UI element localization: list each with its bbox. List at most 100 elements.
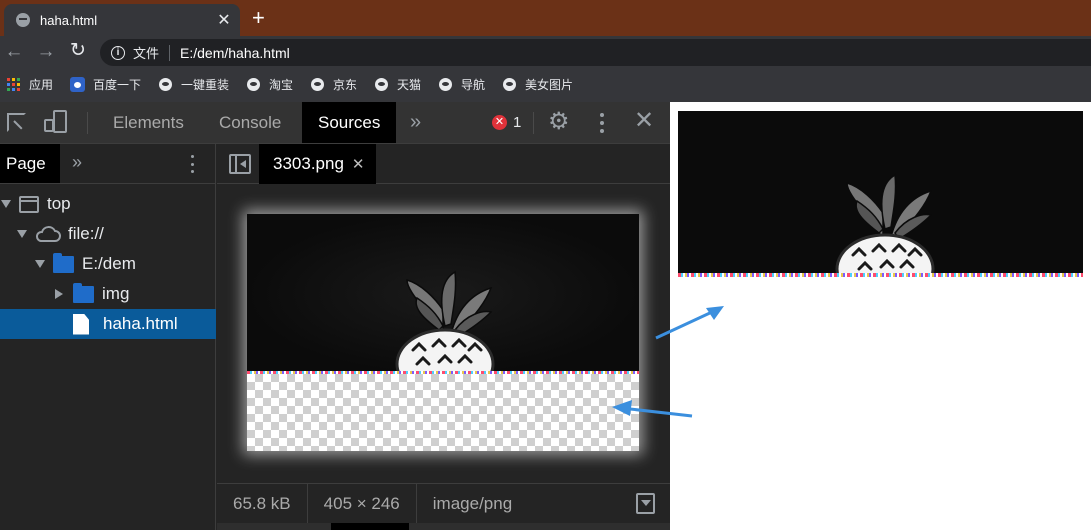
sources-editor: 3303.png ✕ 65.8 kB 405 × 246 image/png [217, 144, 670, 530]
globe-icon [439, 78, 452, 91]
tree-item-folder-dem[interactable]: E:/dem [0, 249, 216, 279]
globe-icon [311, 78, 324, 91]
cloud-icon [35, 226, 61, 242]
navigator-header: Page » [0, 144, 216, 184]
device-toolbar-icon[interactable] [44, 110, 68, 134]
address-bar[interactable]: i 文件 E:/dem/haha.html [100, 39, 1091, 66]
rendered-image [678, 111, 1083, 277]
bookmark-daohang[interactable]: 导航 [439, 76, 485, 93]
bookmark-label: 天猫 [397, 78, 422, 92]
bookmark-label: 百度一下 [93, 78, 142, 92]
folder-icon [53, 252, 74, 273]
globe-icon [247, 78, 260, 91]
tree-item-top[interactable]: top [0, 189, 216, 219]
expand-arrow-icon[interactable] [35, 260, 45, 268]
image-size: 65.8 kB [217, 483, 308, 524]
bookmark-label: 导航 [461, 78, 486, 92]
tab-console[interactable]: Console [203, 102, 297, 143]
address-divider [169, 44, 171, 61]
tree-item-label: img [102, 284, 130, 303]
globe-icon [16, 13, 30, 27]
expand-arrow-icon[interactable] [1, 200, 11, 208]
toolbar-divider [87, 112, 88, 134]
screen: haha.html ✕ + ← → ↻ i 文件 E:/dem/haha.htm… [0, 0, 1091, 530]
kebab-menu-icon[interactable] [600, 113, 604, 133]
close-icon[interactable]: ✕ [634, 109, 654, 133]
tree-item-folder-img[interactable]: img [0, 279, 216, 309]
close-icon[interactable]: ✕ [352, 155, 365, 173]
image-preview-opaque [247, 214, 639, 374]
baidu-paw-icon [70, 77, 85, 92]
globe-icon [503, 78, 516, 91]
new-tab-button[interactable]: + [252, 5, 265, 31]
image-mime: image/png [432, 493, 513, 513]
globe-icon [375, 78, 388, 91]
inspect-element-icon[interactable] [7, 113, 26, 132]
tab-title: haha.html [40, 12, 98, 28]
tab-sources[interactable]: Sources [302, 102, 397, 143]
apps-grid-icon [7, 78, 20, 91]
folder-icon [73, 282, 94, 303]
bookmark-baidu[interactable]: 百度一下 [70, 76, 141, 93]
bookmarks-bar: 应用 百度一下 一键重装 淘宝 京东 天猫 导航 美女图片 [0, 68, 1091, 102]
more-tabs-icon[interactable]: » [410, 111, 421, 134]
error-count[interactable]: 1 [513, 114, 521, 131]
annotation-arrow [655, 306, 724, 340]
download-icon[interactable] [636, 493, 655, 514]
expand-arrow-icon[interactable] [17, 230, 27, 238]
bookmark-yijianzhongzhuang[interactable]: 一键重装 [159, 76, 229, 93]
address-scheme-label: 文件 [133, 46, 160, 61]
browser-tab[interactable]: haha.html ✕ [4, 4, 240, 36]
tree-item-label: top [47, 194, 71, 213]
bookmark-taobao[interactable]: 淘宝 [247, 76, 293, 93]
tree-item-file[interactable]: file:// [0, 219, 216, 249]
info-icon[interactable]: i [111, 45, 125, 60]
globe-icon [159, 78, 172, 91]
editor-tab-bar: 3303.png ✕ [217, 144, 670, 184]
bookmark-label: 京东 [333, 78, 358, 92]
tab-elements[interactable]: Elements [97, 102, 200, 143]
bookmark-label: 应用 [29, 78, 54, 92]
address-url[interactable]: E:/dem/haha.html [180, 45, 290, 61]
tree-item-label: haha.html [103, 314, 178, 333]
collapse-arrow-icon[interactable] [55, 289, 63, 299]
editor-tab-label: 3303.png [273, 154, 344, 173]
image-preview [247, 214, 639, 451]
tree-item-label: file:// [68, 224, 104, 243]
kebab-menu-icon[interactable] [191, 155, 195, 173]
tab-page[interactable]: Page [0, 144, 60, 183]
browser-tab-strip: haha.html ✕ + [0, 0, 1091, 36]
file-icon [73, 313, 89, 335]
page-viewport [670, 102, 1091, 530]
transparent-area [247, 374, 639, 451]
tree-item-haha-html[interactable]: haha.html [0, 309, 216, 339]
bookmark-label: 淘宝 [269, 78, 294, 92]
tab-close-icon[interactable]: ✕ [216, 10, 232, 30]
frame-icon [19, 195, 39, 213]
toggle-navigator-icon[interactable] [229, 154, 251, 174]
reload-icon[interactable]: ↻ [68, 39, 88, 62]
browser-toolbar: ← → ↻ i 文件 E:/dem/haha.html [0, 36, 1091, 68]
transparency-edge [678, 273, 1083, 277]
bookmark-jingdong[interactable]: 京东 [311, 76, 357, 93]
drawer-strip [217, 523, 670, 530]
bookmark-apps[interactable]: 应用 [7, 76, 53, 93]
tree-item-label: E:/dem [82, 254, 136, 273]
pineapple-image [678, 111, 1083, 277]
bookmark-tianmao[interactable]: 天猫 [375, 76, 421, 93]
bookmark-label: 一键重装 [181, 78, 230, 92]
more-tabs-icon[interactable]: » [72, 152, 82, 173]
pineapple-image [247, 214, 639, 374]
editor-tab-3303-png[interactable]: 3303.png ✕ [259, 144, 376, 184]
error-icon[interactable]: ✕ [492, 115, 507, 130]
forward-arrow-icon[interactable]: → [36, 41, 56, 63]
image-dimensions: 405 × 246 [308, 483, 417, 524]
sources-navigator: Page » top file:// E:/dem img haha.html [0, 144, 216, 530]
editor-status-bar: 65.8 kB 405 × 246 image/png [217, 483, 670, 524]
bookmark-meinvtupian[interactable]: 美女图片 [503, 76, 573, 93]
annotation-arrow [612, 400, 693, 418]
devtools-panel: Elements Console Sources » ✕ 1 ⚙ ✕ Page … [0, 102, 670, 530]
back-arrow-icon[interactable]: ← [4, 41, 24, 63]
bookmark-label: 美女图片 [525, 78, 574, 92]
gear-icon[interactable]: ⚙ [548, 110, 570, 134]
